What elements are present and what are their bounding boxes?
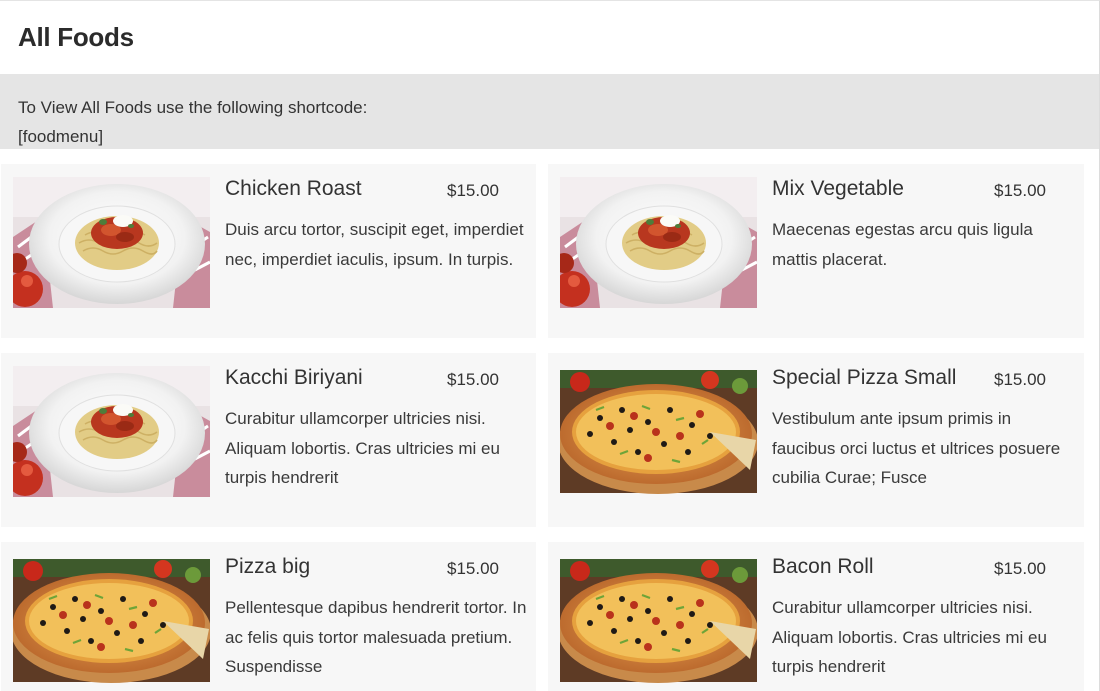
food-card[interactable]: Bacon Roll $15.00 Curabitur ullamcorper … [548,542,1084,691]
food-image [13,555,210,686]
food-price: $15.00 [447,559,499,578]
food-name: Chicken Roast [225,177,362,200]
food-name: Kacchi Biriyani [225,366,363,389]
food-card[interactable]: Pizza big $15.00 Pellentesque dapibus he… [1,542,536,691]
food-description: Maecenas egestas arcu quis ligula mattis… [772,220,1033,269]
food-price: $15.00 [994,559,1046,578]
shortcode-text: [foodmenu] [18,127,104,146]
food-card[interactable]: Chicken Roast $15.00 Duis arcu tortor, s… [1,164,536,338]
page-header: All Foods [0,1,1099,74]
food-description: Pellentesque dapibus hendrerit tortor. I… [225,598,527,676]
food-price: $15.00 [447,181,499,200]
food-card[interactable]: Mix Vegetable $15.00 Maecenas egestas ar… [548,164,1084,338]
food-price: $15.00 [994,181,1046,200]
page: All Foods To View All Foods use the foll… [0,0,1100,691]
food-price: $15.00 [447,370,499,389]
food-image [560,177,757,308]
food-card[interactable]: Special Pizza Small $15.00 Vestibulum an… [548,353,1084,527]
food-description: Vestibulum ante ipsum primis in faucibus… [772,409,1061,487]
food-image [560,555,757,686]
food-image [560,366,757,497]
food-name: Special Pizza Small [772,366,957,389]
food-name: Mix Vegetable [772,177,904,200]
food-name: Pizza big [225,555,311,578]
food-description: Duis arcu tortor, suscipit eget, imperdi… [225,220,524,269]
food-description: Curabitur ullamcorper ultricies nisi. Al… [772,598,1047,676]
food-description: Curabitur ullamcorper ultricies nisi. Al… [225,409,500,487]
notice-text: To View All Foods use the following shor… [18,98,368,117]
food-price: $15.00 [994,370,1046,389]
food-card[interactable]: Kacchi Biriyani $15.00 Curabitur ullamco… [1,353,536,527]
food-image [13,177,210,308]
page-title: All Foods [18,22,134,52]
food-name: Bacon Roll [772,555,874,578]
food-image [13,366,210,497]
shortcode-notice: To View All Foods use the following shor… [0,74,1099,149]
